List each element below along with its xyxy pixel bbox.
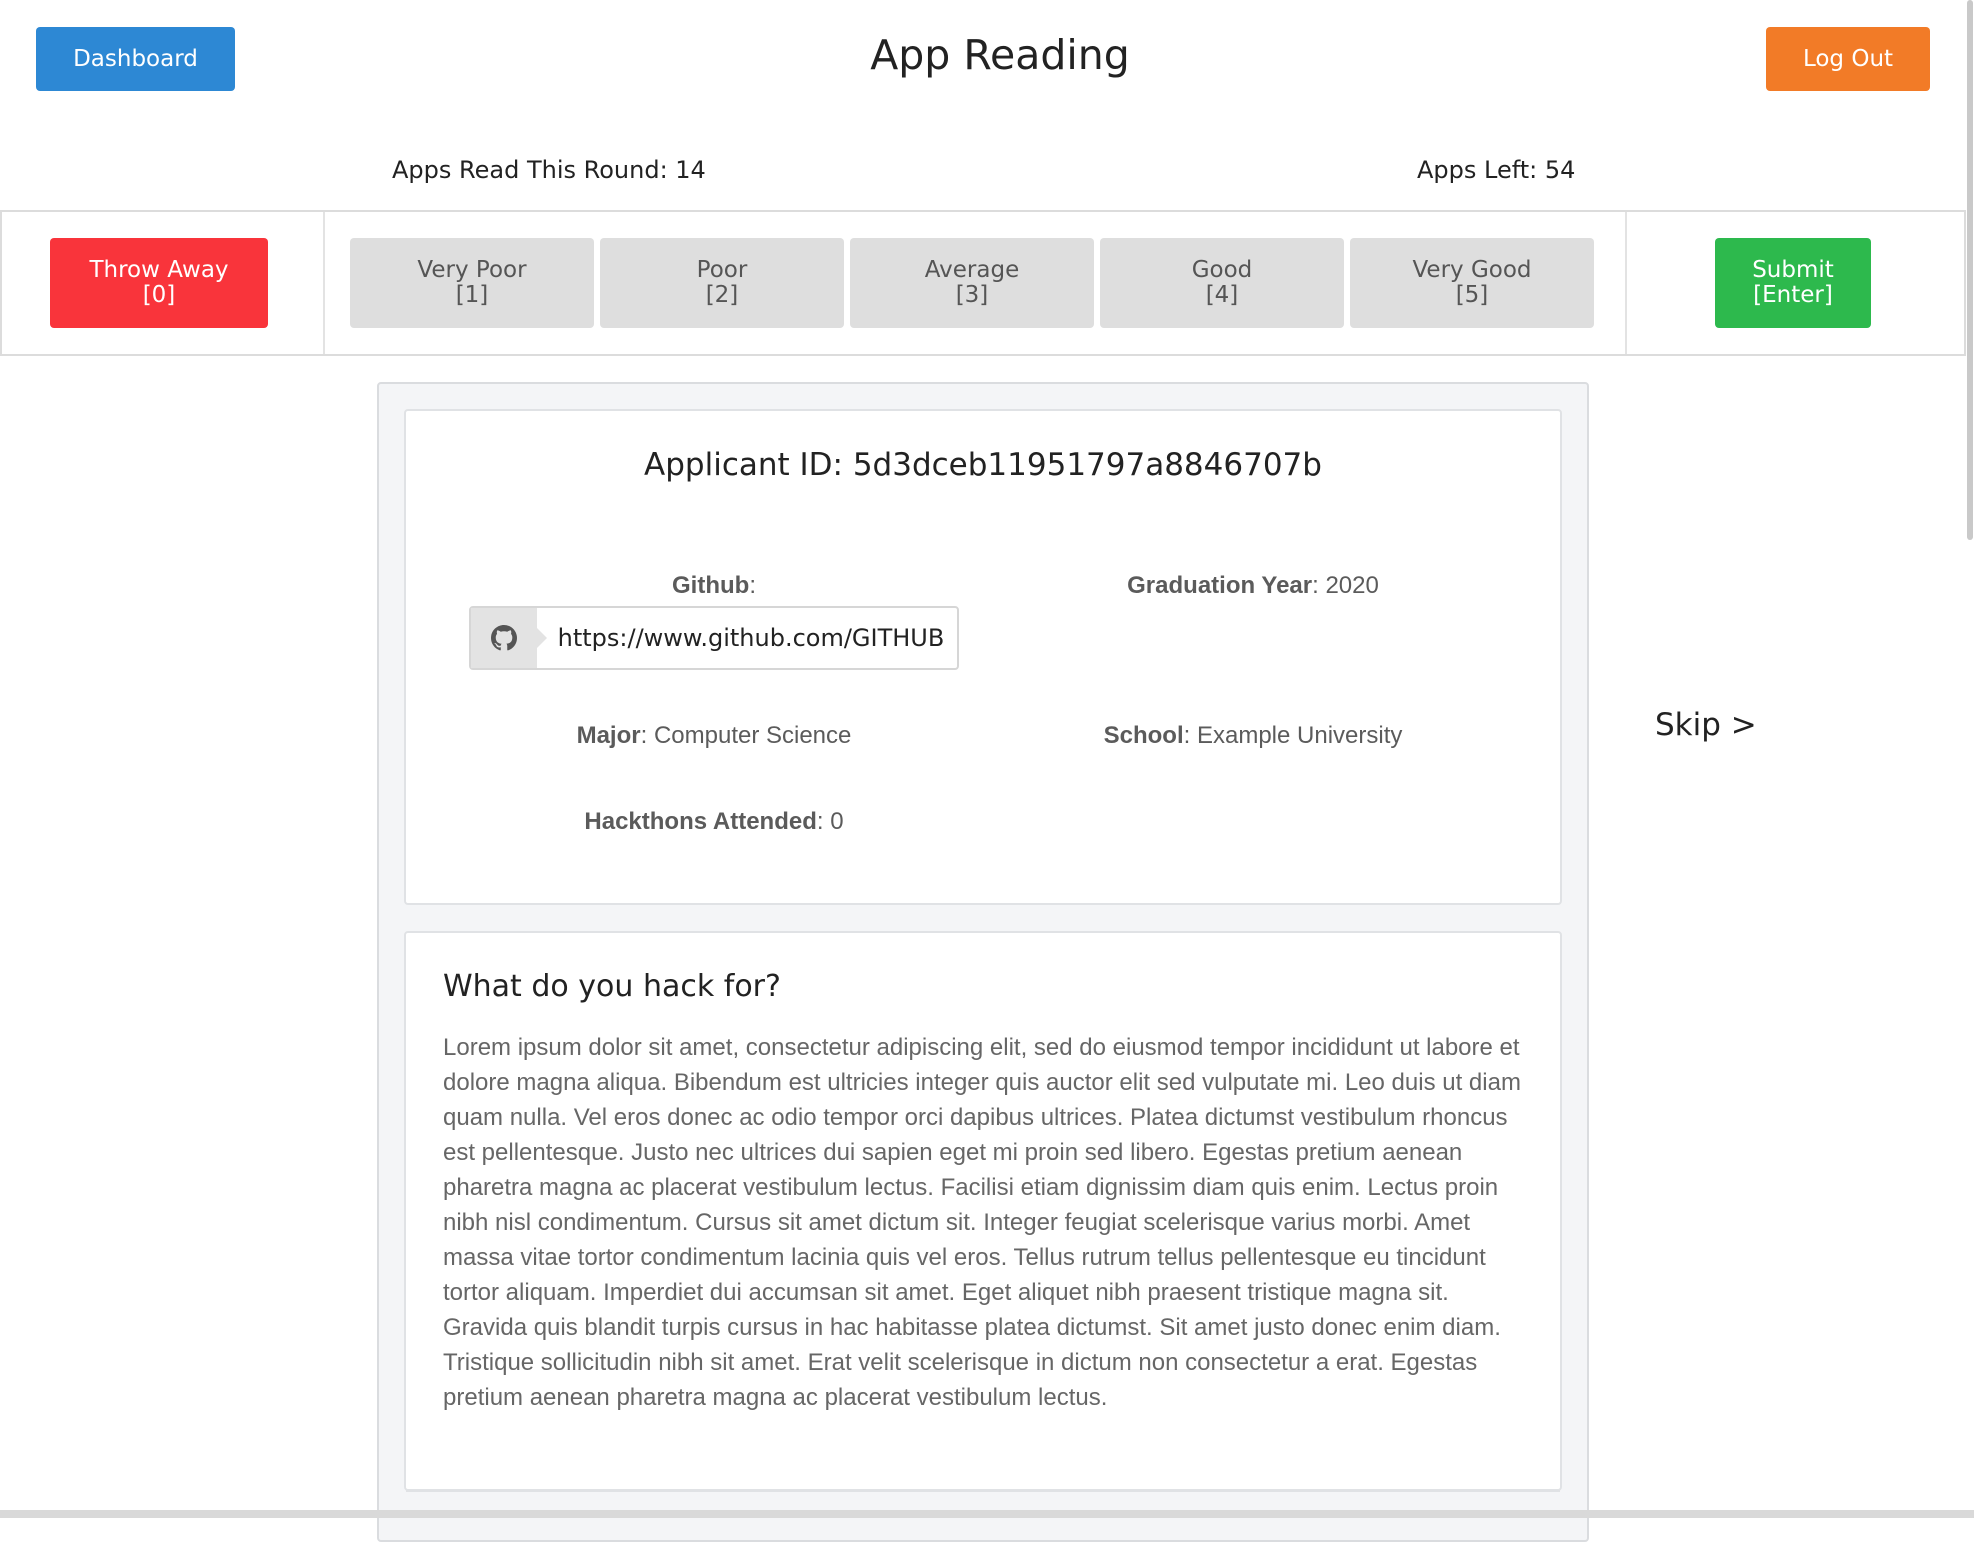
graduation-year-field: Graduation Year: 2020 <box>1127 572 1379 599</box>
apps-read-counter: Apps Read This Round: 14 <box>392 156 706 184</box>
rating-poor-button[interactable]: Poor [2] <box>600 238 844 328</box>
rating-shortcut: [3] <box>955 282 989 308</box>
essay-answer: Lorem ipsum dolor sit amet, consectetur … <box>443 1034 1521 1411</box>
dashboard-button[interactable]: Dashboard <box>36 27 235 91</box>
github-icon <box>471 608 547 668</box>
rating-very-good-button[interactable]: Very Good [5] <box>1350 238 1594 328</box>
submit-button[interactable]: Submit [Enter] <box>1715 238 1871 328</box>
submit-shortcut: [Enter] <box>1753 282 1833 308</box>
page-title: App Reading <box>870 31 1130 79</box>
essay-question: What do you hack for? <box>443 969 781 1004</box>
rating-shortcut: [5] <box>1455 282 1489 308</box>
major-field: Major: Computer Science <box>576 722 852 749</box>
essay-divider <box>406 1490 1560 1492</box>
toolbar-divider <box>323 212 325 354</box>
throw-away-shortcut: [0] <box>142 282 176 308</box>
github-field-label: Github: <box>672 572 756 599</box>
apps-left-counter: Apps Left: 54 <box>1417 156 1576 184</box>
rating-shortcut: [2] <box>705 282 739 308</box>
rating-good-button[interactable]: Good [4] <box>1100 238 1344 328</box>
hackathons-field: Hackthons Attended: 0 <box>584 808 844 835</box>
submit-label: Submit <box>1752 257 1834 283</box>
rating-shortcut: [4] <box>1205 282 1239 308</box>
rating-very-poor-button[interactable]: Very Poor [1] <box>350 238 594 328</box>
scrollbar-thumb[interactable] <box>1967 0 1973 540</box>
github-link[interactable]: https://www.github.com/GITHUB <box>537 608 957 668</box>
school-field: School: Example University <box>1103 722 1403 749</box>
throw-away-label: Throw Away <box>89 257 229 283</box>
rating-label: Very Poor <box>417 257 527 283</box>
rating-label: Very Good <box>1412 257 1532 283</box>
horizontal-scrollbar[interactable] <box>0 1510 1974 1518</box>
applicant-id: Applicant ID: 5d3dceb11951797a8846707b <box>644 447 1322 483</box>
throw-away-button[interactable]: Throw Away [0] <box>50 238 268 328</box>
github-link-group: https://www.github.com/GITHUB <box>469 606 959 670</box>
skip-link[interactable]: Skip > <box>1655 700 1775 750</box>
rating-label: Poor <box>696 257 748 283</box>
rating-label: Good <box>1191 257 1253 283</box>
logout-button[interactable]: Log Out <box>1766 27 1930 91</box>
toolbar-divider <box>1625 212 1627 354</box>
rating-shortcut: [1] <box>455 282 489 308</box>
rating-label: Average <box>924 257 1020 283</box>
rating-average-button[interactable]: Average [3] <box>850 238 1094 328</box>
